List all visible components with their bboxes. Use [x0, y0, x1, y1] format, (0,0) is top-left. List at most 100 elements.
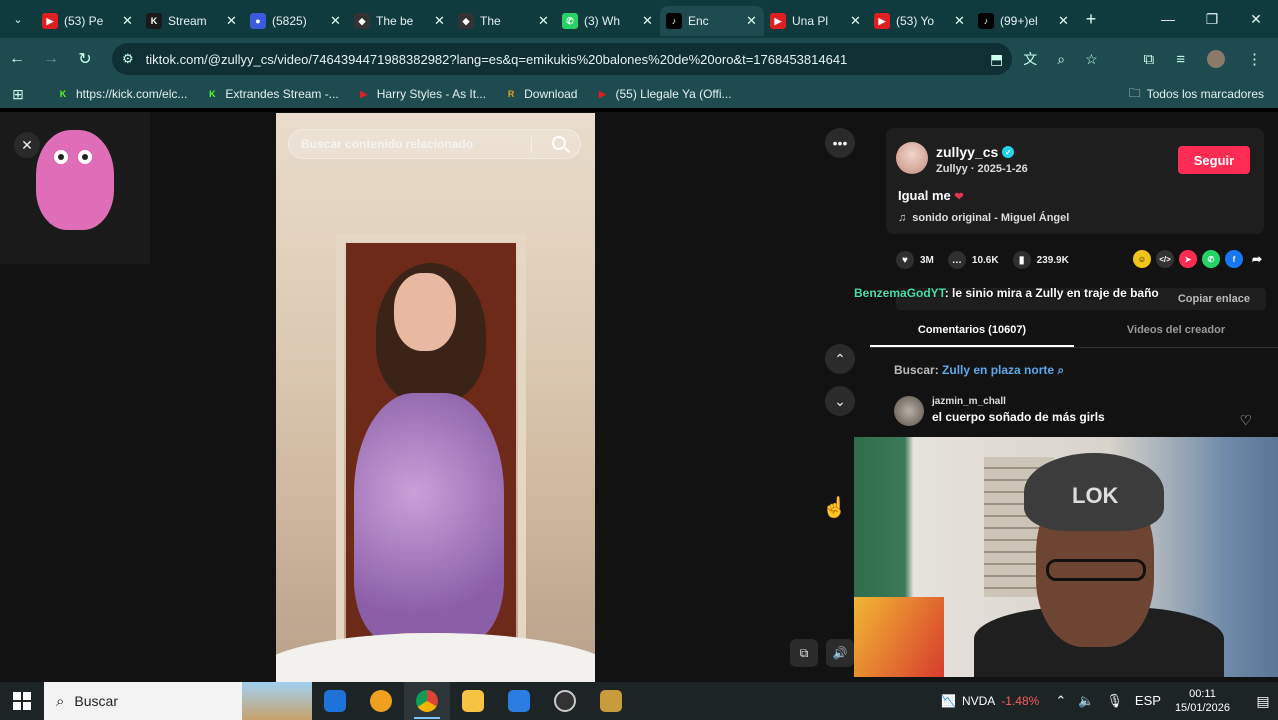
extensions-icon[interactable]: ⧉ — [1144, 51, 1155, 68]
chrome-app[interactable] — [404, 682, 450, 720]
search-icon[interactable] — [552, 136, 566, 150]
facebook-icon[interactable]: f — [1225, 250, 1243, 268]
related-query: Zully en plaza norte — [942, 363, 1055, 377]
next-video-button[interactable]: ⌄ — [825, 386, 855, 416]
back-button[interactable]: ← — [0, 50, 34, 68]
close-video-button[interactable]: ✕ — [14, 132, 40, 158]
browser-tab[interactable]: ◆ The ✕ — [452, 6, 556, 36]
browser-tab[interactable]: ◆ The be ✕ — [348, 6, 452, 36]
chevron-up-icon[interactable]: ⌃ — [1055, 693, 1066, 709]
site-info-icon[interactable]: ⚙ — [122, 51, 134, 67]
browser-tab[interactable]: ✆ (3) Wh ✕ — [556, 6, 660, 36]
more-options-button[interactable]: ••• — [825, 128, 855, 158]
media-controls-icon[interactable]: ≡ — [1176, 51, 1185, 68]
whatsapp-icon[interactable]: ✆ — [1202, 250, 1220, 268]
copy-link-button[interactable]: Copiar enlace — [1178, 293, 1250, 305]
tab-title: The be — [376, 14, 414, 28]
start-button[interactable] — [0, 682, 44, 720]
browser-tab[interactable]: ▶ Una Pl ✕ — [764, 6, 868, 36]
tab-search-button[interactable]: ⌄ — [0, 0, 36, 38]
related-search-input[interactable]: Buscar contenido relacionado — [288, 129, 581, 159]
folder-icon: 🗀 — [1128, 85, 1141, 100]
zoom-icon[interactable]: ⌕ — [1057, 51, 1065, 68]
commenter-avatar[interactable] — [894, 396, 924, 426]
taskbar-search[interactable]: ⌕ Buscar — [44, 682, 312, 720]
restore-button[interactable]: ❐ — [1190, 0, 1234, 38]
speaker-icon[interactable]: 🔈 — [1078, 693, 1094, 709]
tab-close-icon[interactable]: ✕ — [1058, 13, 1070, 29]
medal-app[interactable] — [358, 682, 404, 720]
tab-close-icon[interactable]: ✕ — [954, 13, 966, 29]
related-search[interactable]: Buscar: Zully en plaza norte ⌕ — [894, 363, 1064, 378]
clock[interactable]: 00:11 15/01/2026 — [1175, 687, 1230, 715]
creator-avatar[interactable] — [896, 142, 928, 174]
all-bookmarks[interactable]: 🗀 Todos los marcadores — [1129, 80, 1264, 108]
panel-tabs: Comentarios (10607) Videos del creador — [870, 318, 1278, 348]
bookmark-star-icon[interactable]: ☆ — [1085, 51, 1098, 68]
browser-tab[interactable]: ♪ (99+)el ✕ — [972, 6, 1076, 36]
close-window-button[interactable]: ✕ — [1234, 0, 1278, 38]
tab-close-icon[interactable]: ✕ — [850, 13, 862, 29]
comment-item: jazmin_m_chall el cuerpo soñado de más g… — [894, 396, 1274, 436]
share-arrow-icon[interactable]: ➦ — [1248, 250, 1266, 268]
tab-close-icon[interactable]: ✕ — [226, 13, 238, 29]
install-app-icon[interactable]: ⬒ — [990, 51, 1003, 68]
browser-tab[interactable]: ▶ (53) Pe ✕ — [36, 6, 140, 36]
sound-link[interactable]: ♫ sonido original - Miguel Ángel — [898, 212, 1069, 224]
send-icon[interactable]: ➤ — [1179, 250, 1197, 268]
browser-tab[interactable]: ♪ Enc ✕ — [660, 6, 764, 36]
league-app[interactable] — [588, 682, 634, 720]
bookmark-item[interactable]: R Download — [504, 87, 578, 101]
pip-button[interactable]: ⧉ — [790, 639, 818, 667]
tab-close-icon[interactable]: ✕ — [538, 13, 550, 29]
search-divider — [531, 137, 532, 153]
previous-video-button[interactable]: ⌃ — [825, 344, 855, 374]
tab-comments[interactable]: Comentarios (10607) — [870, 318, 1074, 347]
webcam-lamp — [854, 597, 944, 677]
browser-tab[interactable]: ● (5825) ✕ — [244, 6, 348, 36]
forward-button[interactable]: → — [34, 50, 68, 68]
tab-close-icon[interactable]: ✕ — [122, 13, 134, 29]
creator-name[interactable]: zullyy_cs ✓ — [936, 144, 1015, 160]
follow-button[interactable]: Seguir — [1178, 146, 1250, 174]
language-indicator[interactable]: ESP — [1135, 693, 1161, 709]
commenter-username[interactable]: jazmin_m_chall — [932, 396, 1006, 407]
notifications-icon[interactable]: ▤ — [1248, 693, 1278, 710]
tab-close-icon[interactable]: ✕ — [434, 13, 446, 29]
video-player[interactable]: Buscar contenido relacionado — [276, 113, 595, 682]
comment-button[interactable]: … 10.6K — [947, 251, 999, 269]
embed-icon[interactable]: </> — [1156, 250, 1174, 268]
new-tab-button[interactable]: + — [1076, 9, 1106, 30]
tab-close-icon[interactable]: ✕ — [330, 13, 342, 29]
store-app[interactable] — [496, 682, 542, 720]
outlook-app[interactable] — [312, 682, 358, 720]
like-button[interactable]: ♥ 3M — [896, 251, 934, 269]
bookmark-item[interactable]: Khttps://kick.com/elc... — [56, 87, 188, 101]
apps-grid-icon[interactable]: ⊞ — [0, 86, 36, 103]
stock-widget[interactable]: 📉 NVDA -1.48% — [941, 694, 1039, 708]
save-button[interactable]: ▮ 239.9K — [1012, 251, 1069, 269]
volume-button[interactable]: 🔊 — [826, 639, 854, 667]
bookmarks-list: Khttps://kick.com/elc... K Extrandes Strea… — [36, 87, 750, 101]
browser-tab[interactable]: ▶ (53) Yo ✕ — [868, 6, 972, 36]
profile-avatar[interactable] — [1207, 50, 1225, 68]
minimize-button[interactable]: — — [1146, 0, 1190, 38]
address-bar[interactable]: ⚙ tiktok.com/@zullyy_cs/video/7464394471… — [112, 43, 1012, 75]
menu-icon[interactable]: ⋮ — [1247, 50, 1262, 68]
tab-creator-videos[interactable]: Videos del creador — [1074, 318, 1278, 347]
bookmark-item[interactable]: ▶ (55) Llegale Ya (Offi... — [595, 87, 732, 101]
bookmark-label: Harry Styles - As It... — [376, 87, 487, 101]
tab-close-icon[interactable]: ✕ — [642, 13, 654, 29]
comment-like-icon[interactable]: ♡ — [1239, 412, 1252, 429]
browser-tab[interactable]: K Stream ✕ — [140, 6, 244, 36]
tab-close-icon[interactable]: ✕ — [746, 13, 758, 29]
obs-app[interactable] — [542, 682, 588, 720]
friends-share-icon[interactable]: ☺ — [1133, 250, 1151, 268]
file-explorer-app[interactable] — [450, 682, 496, 720]
bookmark-item[interactable]: K Extrandes Stream -... — [205, 87, 339, 101]
tab-favicon-icon: ♪ — [666, 13, 682, 29]
reload-button[interactable]: ↻ — [68, 49, 102, 69]
bookmark-item[interactable]: ▶ Harry Styles - As It... — [357, 87, 486, 101]
microphone-icon[interactable]: 🎙 — [1106, 693, 1123, 709]
translate-icon[interactable]: 文 — [1023, 49, 1037, 69]
